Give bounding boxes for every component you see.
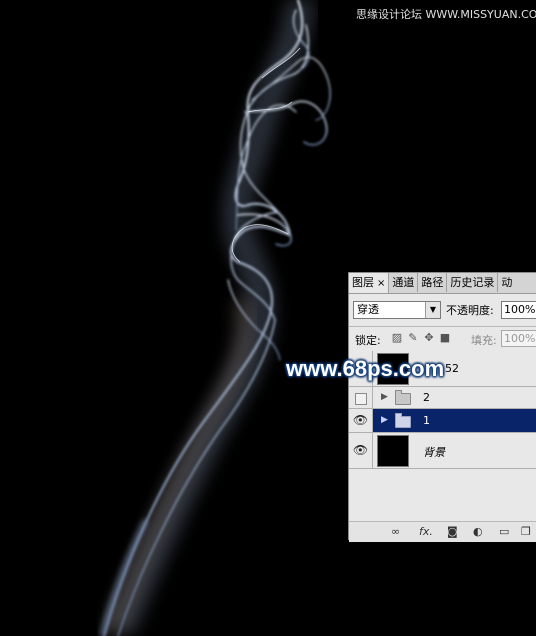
blend-mode-select[interactable]: 穿透 ▼: [353, 301, 441, 319]
link-icon[interactable]: ∞: [391, 525, 400, 538]
fill-input[interactable]: 100%: [501, 330, 536, 347]
expand-triangle-icon[interactable]: ▶: [381, 392, 388, 402]
panel-tabs: 图层 × 通道 路径 历史记录 动: [349, 273, 536, 294]
watermark-68ps: www.68ps.com: [286, 356, 445, 381]
opacity-label: 不透明度:: [446, 304, 494, 317]
mask-icon[interactable]: ◙: [447, 525, 458, 538]
expand-triangle-icon[interactable]: ▶: [381, 415, 388, 425]
fx-icon[interactable]: fx.: [419, 525, 433, 538]
tab-actions-label: 动: [501, 276, 513, 289]
visibility-toggle[interactable]: 👁: [349, 409, 373, 432]
blend-mode-value: 穿透: [357, 303, 379, 316]
tab-channels[interactable]: 通道: [389, 273, 419, 292]
new-layer-icon[interactable]: ❐: [521, 525, 531, 538]
watermark-missyuan: 思缘设计论坛 WWW.MISSYUAN.COM: [356, 8, 536, 21]
chevron-down-icon[interactable]: ▼: [425, 302, 440, 318]
layer-row[interactable]: ▶ 2: [349, 387, 536, 409]
tab-history[interactable]: 历史记录: [447, 273, 499, 292]
tab-actions[interactable]: 动: [498, 273, 515, 292]
tab-paths-label: 路径: [421, 276, 444, 289]
visibility-toggle[interactable]: 👁: [349, 433, 373, 468]
opacity-input[interactable]: 100%: [501, 301, 536, 319]
layers-panel: 图层 × 通道 路径 历史记录 动 穿透 ▼ 不透明度: 100% 锁定: ▨ ✎…: [348, 272, 536, 542]
lock-transparent-icon[interactable]: ▨: [391, 332, 403, 344]
layer-name: 1: [423, 414, 430, 427]
divider: [349, 326, 536, 327]
folder-icon: [395, 413, 411, 428]
layer-name: 2: [423, 391, 430, 404]
lock-move-icon[interactable]: ✥: [423, 332, 435, 344]
layer-name: 背景: [423, 446, 445, 459]
adjustment-icon[interactable]: ◐: [473, 525, 483, 538]
folder-icon[interactable]: ▭: [499, 525, 509, 538]
lock-label: 锁定:: [355, 334, 381, 347]
tab-history-label: 历史记录: [450, 276, 495, 289]
visibility-toggle[interactable]: [349, 387, 373, 408]
layer-thumbnail: [377, 435, 409, 467]
blend-row: 穿透 ▼ 不透明度: 100%: [353, 301, 536, 323]
tab-layers[interactable]: 图层 ×: [349, 273, 390, 293]
lock-all-icon[interactable]: ■: [439, 332, 451, 344]
hidden-eye-box: [354, 393, 367, 405]
tab-paths[interactable]: 路径: [418, 273, 448, 292]
panel-footer: ∞ fx. ◙ ◐ ▭ ❐: [349, 521, 536, 542]
layer-row-selected[interactable]: 👁 ▶ 1: [349, 409, 536, 433]
tab-channels-label: 通道: [392, 276, 415, 289]
close-icon[interactable]: ×: [377, 278, 385, 289]
folder-icon: [395, 390, 411, 405]
lock-row: 锁定: ▨ ✎ ✥ ■ 填充: 100%: [353, 330, 536, 348]
layer-row[interactable]: 👁 背景: [349, 433, 536, 469]
fill-label: 填充:: [471, 334, 497, 347]
smoke-warm-plume: [101, 297, 253, 636]
lock-paint-icon[interactable]: ✎: [407, 332, 419, 344]
eye-icon: 👁: [352, 413, 369, 427]
tab-layers-label: 图层: [352, 276, 374, 289]
layer-name: 52: [445, 362, 459, 375]
eye-icon: 👁: [352, 443, 369, 457]
